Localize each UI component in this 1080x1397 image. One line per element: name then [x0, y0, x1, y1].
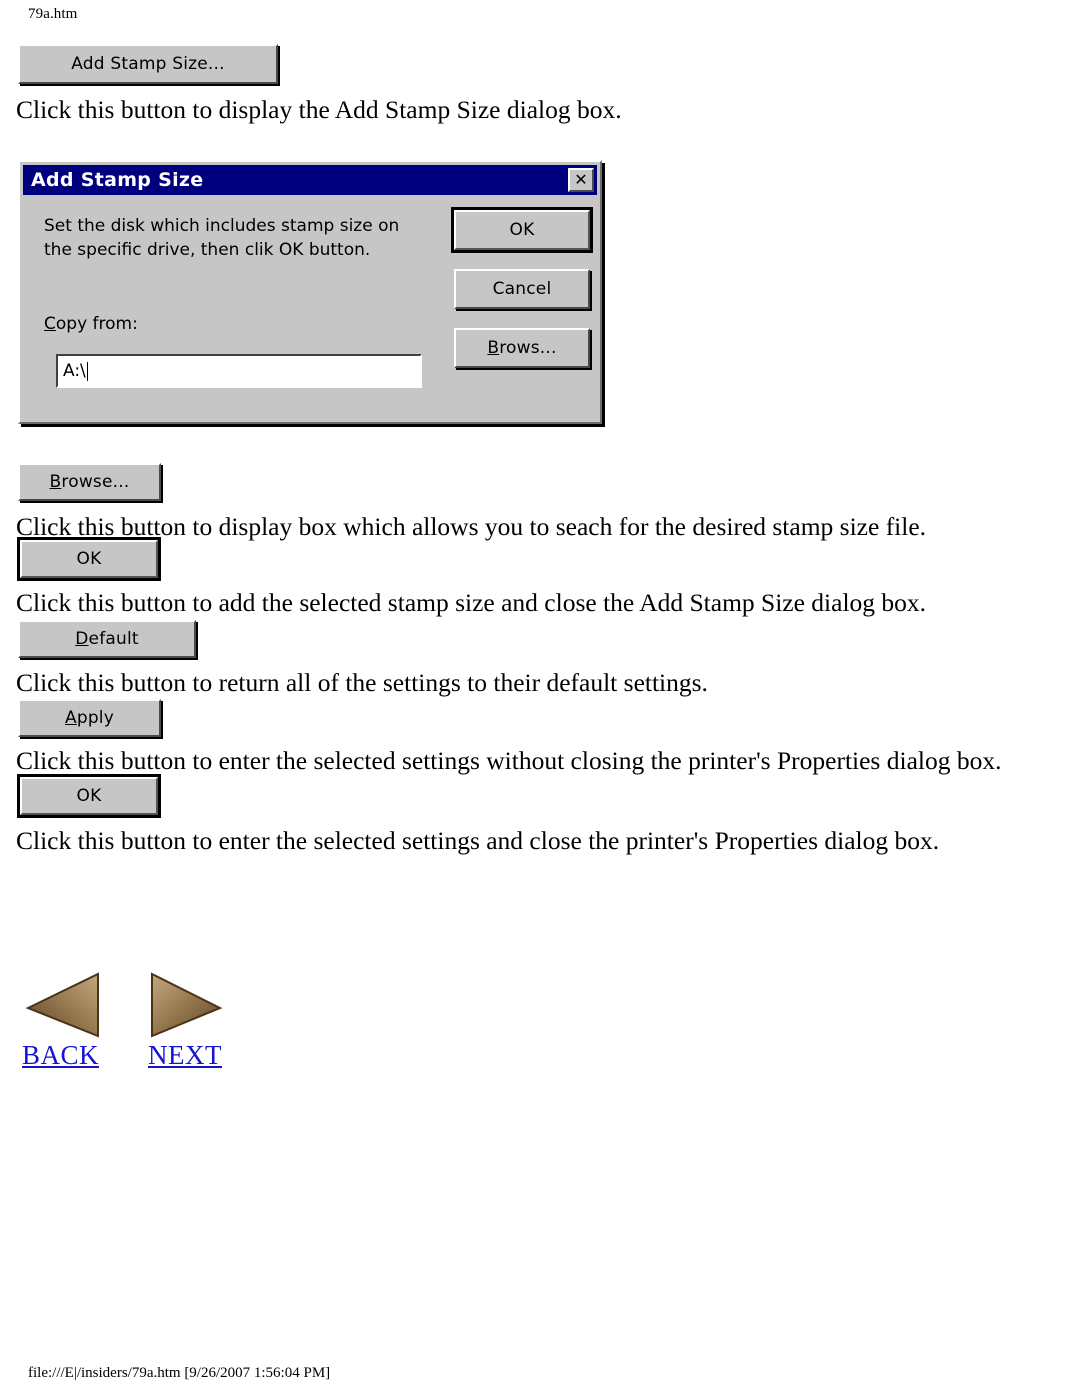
dialog-brows-button-accel: B: [487, 338, 500, 358]
ok-button-add-stamp[interactable]: OK: [17, 537, 161, 581]
back-link[interactable]: BACK: [22, 1040, 99, 1071]
default-button-accel: D: [75, 629, 89, 649]
add-stamp-size-button-label: Add Stamp Size...: [71, 54, 225, 74]
page-header-filename: 79a.htm: [28, 6, 78, 22]
apply-button-accel: A: [64, 708, 77, 728]
ok-button-properties-label: OK: [76, 786, 102, 806]
dialog-cancel-button[interactable]: Cancel: [454, 269, 590, 309]
add-stamp-size-description: Click this button to display the Add Sta…: [16, 95, 622, 124]
default-description: Click this button to return all of the s…: [16, 668, 708, 697]
ok-properties-description: Click this button to enter the selected …: [16, 826, 940, 855]
default-button-label: efault: [88, 629, 139, 649]
page-footer-path: file:///E|/insiders/79a.htm [9/26/2007 1…: [28, 1365, 331, 1381]
dialog-brows-button[interactable]: Brows...: [454, 328, 590, 368]
dialog-instruction-text: Set the disk which includes stamp size o…: [44, 214, 444, 262]
copy-from-input-value: A:\: [63, 361, 86, 381]
default-button[interactable]: Default: [18, 620, 196, 658]
copy-from-input[interactable]: A:\: [56, 354, 422, 388]
next-arrow-icon[interactable]: [148, 970, 226, 1040]
ok-add-stamp-description: Click this button to add the selected st…: [16, 588, 927, 617]
back-arrow-icon[interactable]: [22, 970, 100, 1040]
dialog-titlebar[interactable]: Add Stamp Size ✕: [23, 165, 597, 195]
close-icon[interactable]: ✕: [568, 168, 594, 192]
dialog-ok-button[interactable]: OK: [451, 207, 593, 253]
copy-from-label: Copy from:: [44, 314, 138, 334]
dialog-cancel-button-label: Cancel: [492, 279, 552, 299]
browse-button-label: rowse...: [61, 472, 130, 492]
browse-button[interactable]: Browse...: [18, 463, 161, 501]
copy-from-label-rest: opy from:: [55, 314, 138, 334]
ok-button-add-stamp-label: OK: [76, 549, 102, 569]
copy-from-label-accel: C: [44, 314, 56, 334]
add-stamp-size-dialog: Add Stamp Size ✕ Set the disk which incl…: [18, 160, 602, 424]
dialog-instruction-line-1: Set the disk which includes stamp size o…: [44, 216, 400, 236]
dialog-instruction-line-2: the specific drive, then clik OK button.: [44, 240, 371, 260]
dialog-ok-button-label: OK: [509, 220, 535, 240]
browse-description: Click this button to display box which a…: [16, 512, 927, 541]
ok-button-properties[interactable]: OK: [17, 774, 161, 818]
apply-description: Click this button to enter the selected …: [16, 746, 1002, 775]
dialog-title: Add Stamp Size: [31, 169, 204, 191]
apply-button-label: pply: [76, 708, 114, 728]
add-stamp-size-button[interactable]: Add Stamp Size...: [18, 44, 278, 84]
next-link[interactable]: NEXT: [148, 1040, 222, 1071]
apply-button[interactable]: Apply: [18, 699, 161, 737]
text-caret: [86, 361, 88, 381]
browse-button-accel: B: [49, 472, 62, 492]
dialog-brows-button-label: rows...: [499, 338, 557, 358]
